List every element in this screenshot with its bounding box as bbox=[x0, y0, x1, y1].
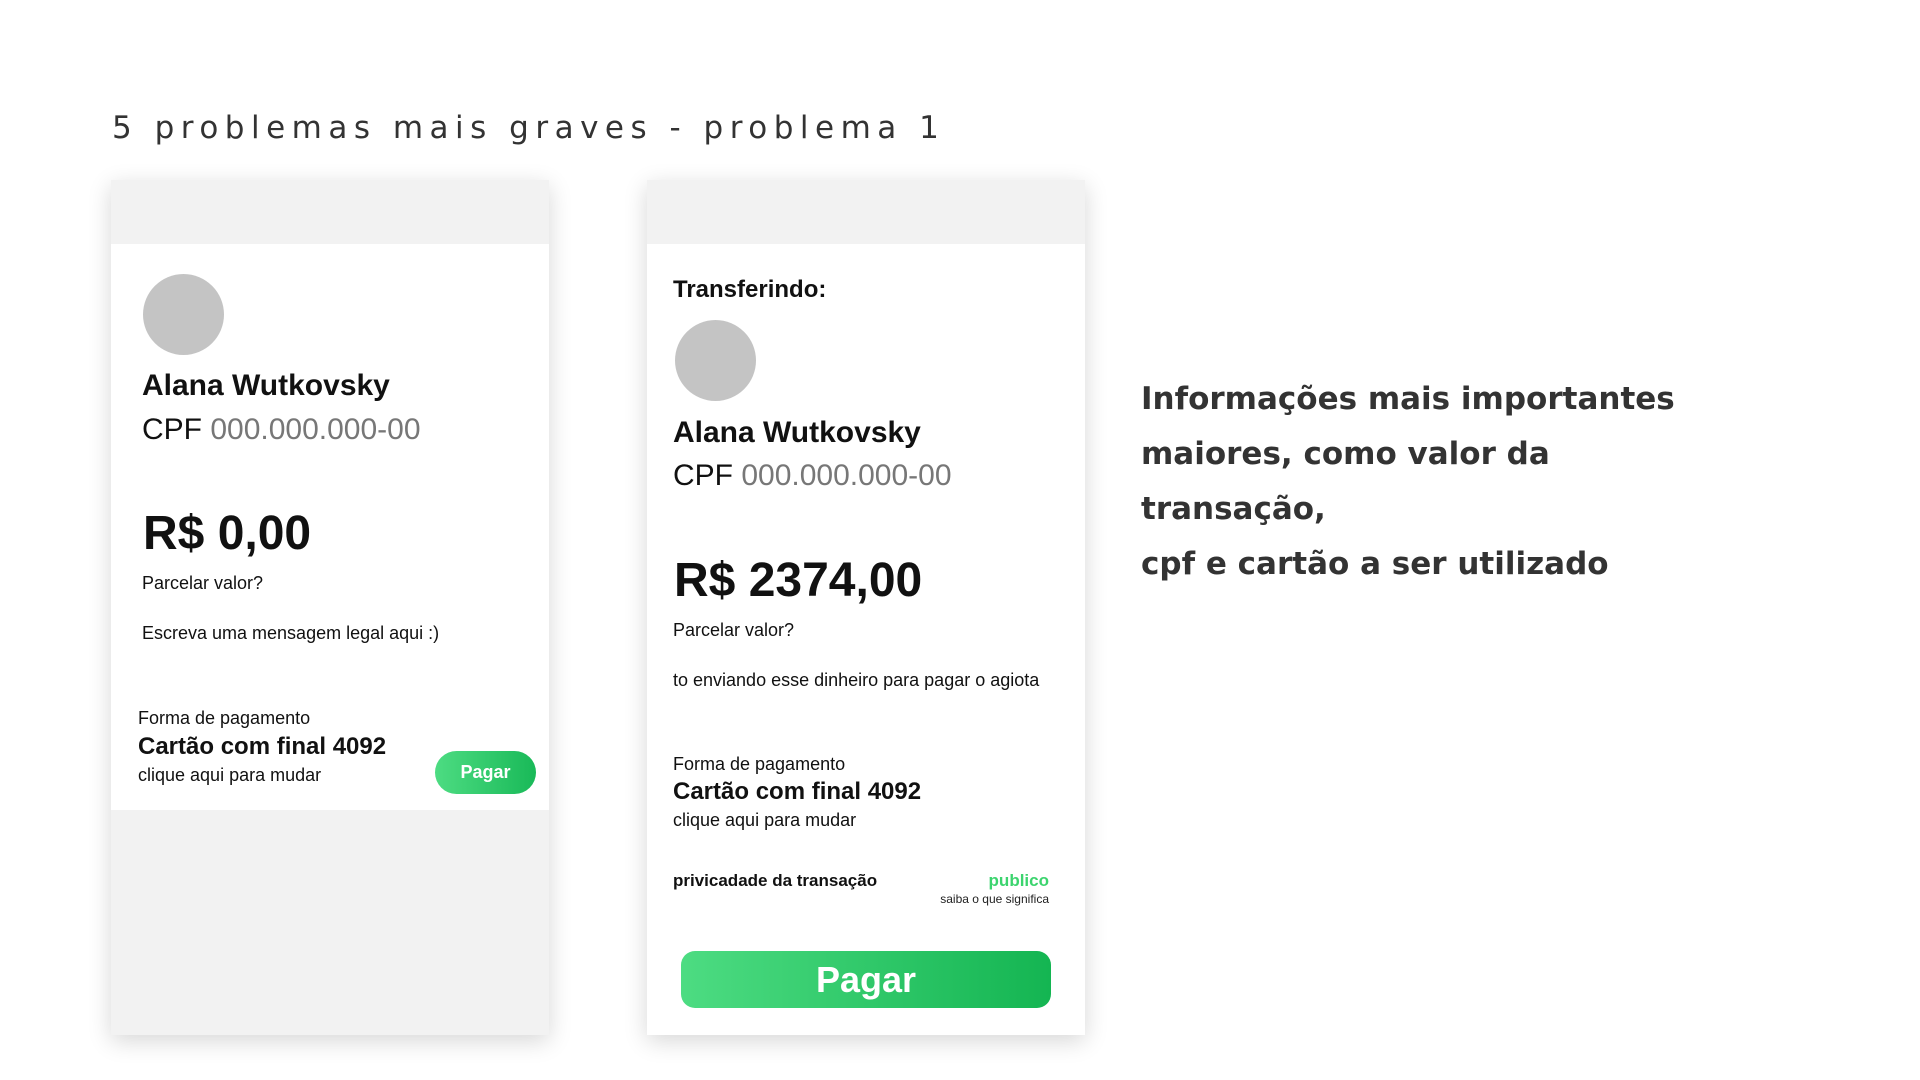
payment-method-label: Forma de pagamento bbox=[673, 754, 846, 774]
phone-header-bar bbox=[647, 180, 1085, 244]
amount-input[interactable]: R$ 0,00 bbox=[143, 506, 311, 561]
explanation-note: Informações mais importantes maiores, co… bbox=[1141, 372, 1741, 592]
cpf-label: CPF bbox=[673, 459, 733, 492]
avatar bbox=[675, 320, 756, 401]
card-name: Cartão com final 4092 bbox=[138, 733, 387, 760]
recipient-name: Alana Wutkovsky bbox=[673, 416, 921, 449]
slide-title: 5 problemas mais graves - problema 1 bbox=[112, 110, 946, 146]
phone-header-bar bbox=[111, 180, 549, 244]
message-input[interactable]: Escreva uma mensagem legal aqui :) bbox=[142, 623, 439, 644]
card-name: Cartão com final 4092 bbox=[673, 778, 922, 805]
privacy-value[interactable]: publico bbox=[989, 871, 1049, 891]
recipient-cpf: CPF 000.000.000-00 bbox=[673, 459, 952, 493]
payment-method-label: Forma de pagamento bbox=[138, 708, 311, 728]
transfer-heading: Transferindo: bbox=[673, 276, 827, 303]
avatar bbox=[143, 274, 224, 355]
amount-input[interactable]: R$ 2374,00 bbox=[674, 553, 922, 608]
cpf-value: 000.000.000-00 bbox=[210, 413, 421, 446]
recipient-name: Alana Wutkovsky bbox=[142, 369, 390, 402]
note-line: Informações mais importantes bbox=[1141, 381, 1675, 417]
phone-content: Transferindo: Alana Wutkovsky CPF 000.00… bbox=[647, 244, 1085, 1035]
cpf-value: 000.000.000-00 bbox=[741, 459, 952, 492]
pay-button[interactable]: Pagar bbox=[435, 751, 536, 794]
cpf-label: CPF bbox=[142, 413, 202, 446]
privacy-help-link[interactable]: saiba o que significa bbox=[940, 892, 1049, 906]
installments-link[interactable]: Parcelar valor? bbox=[673, 620, 794, 641]
phone-mockup-after: Transferindo: Alana Wutkovsky CPF 000.00… bbox=[647, 180, 1085, 1035]
phone-mockup-before: Alana Wutkovsky CPF 000.000.000-00 R$ 0,… bbox=[111, 180, 549, 1035]
change-payment-link[interactable]: clique aqui para mudar bbox=[673, 810, 856, 831]
privacy-label: privicadade da transação bbox=[673, 871, 878, 890]
installments-link[interactable]: Parcelar valor? bbox=[142, 573, 263, 594]
note-line: cpf e cartão a ser utilizado bbox=[1141, 546, 1609, 582]
change-payment-link[interactable]: clique aqui para mudar bbox=[138, 765, 321, 786]
phone-content: Alana Wutkovsky CPF 000.000.000-00 R$ 0,… bbox=[111, 244, 549, 810]
message-input[interactable]: to enviando esse dinheiro para pagar o a… bbox=[673, 670, 1039, 691]
pay-button[interactable]: Pagar bbox=[681, 951, 1051, 1008]
note-line: maiores, como valor da transação, bbox=[1141, 436, 1550, 527]
recipient-cpf: CPF 000.000.000-00 bbox=[142, 413, 421, 447]
